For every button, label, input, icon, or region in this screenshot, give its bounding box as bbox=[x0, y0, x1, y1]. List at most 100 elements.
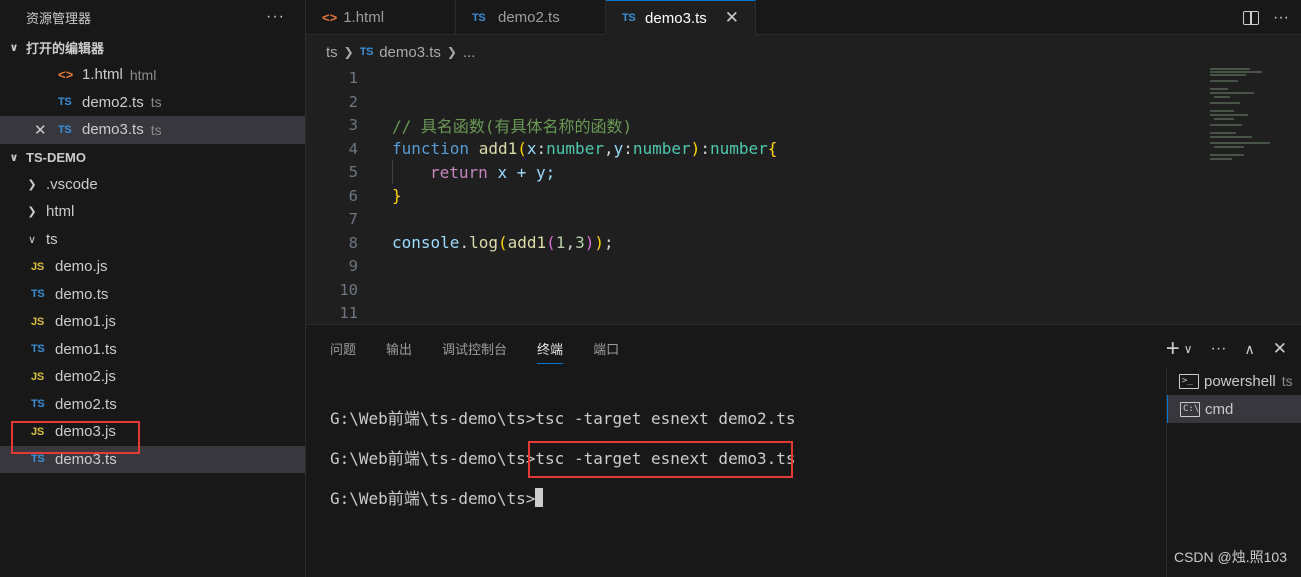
chevron-right-icon: ❯ bbox=[343, 45, 354, 59]
breadcrumb: ts ❯ TS demo3.ts ❯ ... bbox=[306, 38, 1301, 66]
editor-tabbar: <> 1.html TS demo2.ts TS demo3.ts ✕ ··· bbox=[306, 0, 1301, 35]
breadcrumb-folder[interactable]: ts bbox=[326, 44, 338, 61]
folder-name: html bbox=[46, 203, 75, 221]
code-function-signature: function add1(x:number,y:number):number{ bbox=[392, 139, 778, 158]
terminal-line: G:\Web前端\ts-demo\ts> bbox=[330, 485, 796, 525]
folder-item[interactable]: ∨ ts bbox=[0, 226, 305, 254]
tab-problems[interactable]: 问题 bbox=[330, 339, 356, 358]
watermark: CSDN @烛.照103 bbox=[1173, 549, 1287, 565]
ts-file-icon: TS bbox=[58, 96, 72, 109]
close-icon[interactable]: ✕ bbox=[34, 121, 47, 139]
tab-terminal[interactable]: 终端 bbox=[537, 339, 564, 364]
line-number: 5 bbox=[348, 163, 358, 181]
js-file-icon: JS bbox=[31, 370, 44, 383]
terminal-item-powershell[interactable]: >_ powershell ts bbox=[1167, 367, 1301, 395]
folder-item[interactable]: ❯ html bbox=[0, 198, 305, 226]
code-line: 10 bbox=[306, 278, 358, 302]
tab-demo2-ts[interactable]: TS demo2.ts bbox=[456, 0, 606, 35]
more-actions-icon[interactable]: ··· bbox=[1273, 9, 1289, 27]
js-file-icon: JS bbox=[31, 315, 44, 328]
code-console-log: console.log(add1(1,3)); bbox=[392, 233, 614, 252]
close-icon[interactable]: ✕ bbox=[725, 8, 739, 28]
split-editor-icon[interactable] bbox=[1243, 10, 1260, 25]
open-editors-label: 打开的编辑器 bbox=[26, 41, 105, 56]
file-name: demo2.ts bbox=[55, 395, 117, 413]
terminal-line: G:\Web前端\ts-demo\ts>tsc -target esnext d… bbox=[330, 409, 796, 428]
open-editor-name: 1.html bbox=[82, 66, 123, 84]
open-editor-item[interactable]: <> 1.html html bbox=[0, 61, 305, 89]
file-item[interactable]: JS demo2.js bbox=[0, 363, 305, 391]
open-editor-item[interactable]: TS demo2.ts ts bbox=[0, 89, 305, 117]
tab-ports[interactable]: 端口 bbox=[593, 339, 619, 358]
close-panel-icon[interactable]: ✕ bbox=[1273, 339, 1287, 359]
chevron-right-icon: ❯ bbox=[27, 178, 37, 191]
file-item[interactable]: TS demo1.ts bbox=[0, 336, 305, 364]
terminal-name: cmd bbox=[1205, 400, 1234, 418]
terminal-prompt: G:\Web前端\ts-demo\ts> bbox=[330, 489, 536, 508]
tab-output[interactable]: 输出 bbox=[386, 339, 412, 358]
folder-item[interactable]: ❯ .vscode bbox=[0, 171, 305, 199]
chevron-right-icon: ❯ bbox=[27, 206, 37, 219]
html-file-icon: <> bbox=[58, 67, 74, 83]
html-file-icon: <> bbox=[322, 10, 338, 25]
line-number: 10 bbox=[339, 280, 358, 299]
code-line: 1 bbox=[306, 66, 358, 90]
code-comment: // 具名函数(有具体名称的函数) bbox=[392, 117, 633, 136]
tab-label: demo3.ts bbox=[645, 9, 707, 27]
maximize-panel-icon[interactable]: ∧ bbox=[1245, 341, 1255, 358]
open-editor-desc: ts bbox=[150, 121, 162, 138]
chevron-down-icon[interactable]: ∨ bbox=[1184, 342, 1193, 356]
ts-file-icon: TS bbox=[31, 398, 45, 411]
open-editor-item-active[interactable]: ✕ TS demo3.ts ts bbox=[0, 116, 305, 144]
tab-demo3-ts[interactable]: TS demo3.ts ✕ bbox=[606, 0, 756, 35]
file-name: demo.ts bbox=[55, 285, 109, 303]
line-number: 1 bbox=[348, 69, 358, 87]
ts-file-icon: TS bbox=[31, 343, 45, 356]
new-terminal-icon[interactable]: + bbox=[1166, 335, 1180, 363]
panel-tabs: 问题 输出 调试控制台 终端 端口 bbox=[306, 325, 1301, 371]
terminal-item-cmd[interactable]: C:\ cmd bbox=[1167, 395, 1301, 423]
line-number: 11 bbox=[339, 304, 358, 322]
tab-debug-console[interactable]: 调试控制台 bbox=[442, 339, 507, 358]
code-line: 4 function add1(x:number,y:number):numbe… bbox=[306, 137, 778, 161]
tab-actions: ··· bbox=[1243, 0, 1289, 35]
more-actions-icon[interactable]: ··· bbox=[1211, 340, 1227, 358]
open-editor-desc: html bbox=[129, 66, 157, 83]
breadcrumb-file[interactable]: demo3.ts bbox=[379, 44, 441, 61]
file-item[interactable]: JS demo.js bbox=[0, 253, 305, 281]
chevron-down-icon: ∨ bbox=[27, 233, 37, 246]
line-number: 2 bbox=[348, 92, 358, 111]
minimap[interactable] bbox=[1206, 66, 1276, 176]
open-editor-name: demo3.ts bbox=[82, 121, 144, 139]
more-actions-icon[interactable]: ··· bbox=[266, 8, 285, 26]
project-section[interactable]: ∨ TS-DEMO bbox=[0, 144, 305, 171]
chevron-down-icon: ∨ bbox=[9, 151, 19, 164]
file-item[interactable]: TS demo.ts bbox=[0, 281, 305, 309]
code-editor[interactable]: 1 2 3 // 具名函数(有具体名称的函数) 4 function add1(… bbox=[306, 66, 1201, 324]
panel-actions: + ∨ ··· ∧ ✕ bbox=[1166, 335, 1287, 363]
code-line: 3 // 具名函数(有具体名称的函数) bbox=[306, 113, 633, 137]
folder-name: ts bbox=[46, 230, 58, 248]
ts-file-icon: TS bbox=[359, 46, 374, 58]
tab-1-html[interactable]: <> 1.html bbox=[306, 0, 456, 35]
code-line: 8 console.log(add1(1,3)); bbox=[306, 231, 614, 255]
terminal-list: >_ powershell ts C:\ cmd bbox=[1166, 367, 1301, 577]
code-line: 2 bbox=[306, 90, 358, 114]
file-item[interactable]: JS demo1.js bbox=[0, 308, 305, 336]
file-name: demo2.js bbox=[55, 368, 116, 386]
ts-file-icon: TS bbox=[622, 12, 636, 24]
breadcrumb-more[interactable]: ... bbox=[463, 44, 476, 61]
terminal-icon: >_ bbox=[1179, 373, 1199, 389]
open-editors-section[interactable]: ∨ 打开的编辑器 bbox=[0, 34, 305, 61]
explorer-header: 资源管理器 ··· bbox=[0, 0, 305, 34]
code-brace: } bbox=[392, 186, 402, 205]
file-item[interactable]: TS demo2.ts bbox=[0, 391, 305, 419]
code-return: return x + y; bbox=[430, 162, 556, 182]
terminal-name: powershell bbox=[1204, 372, 1276, 390]
ts-file-icon: TS bbox=[31, 288, 45, 301]
open-editor-name: demo2.ts bbox=[82, 93, 144, 111]
explorer-sidebar: 资源管理器 ··· ∨ 打开的编辑器 <> 1.html html TS dem… bbox=[0, 0, 306, 577]
line-number: 9 bbox=[348, 257, 358, 275]
line-number: 4 bbox=[348, 139, 358, 158]
bottom-panel: 问题 输出 调试控制台 终端 端口 + ∨ ··· ∧ ✕ G:\Web前端\t… bbox=[306, 324, 1301, 577]
